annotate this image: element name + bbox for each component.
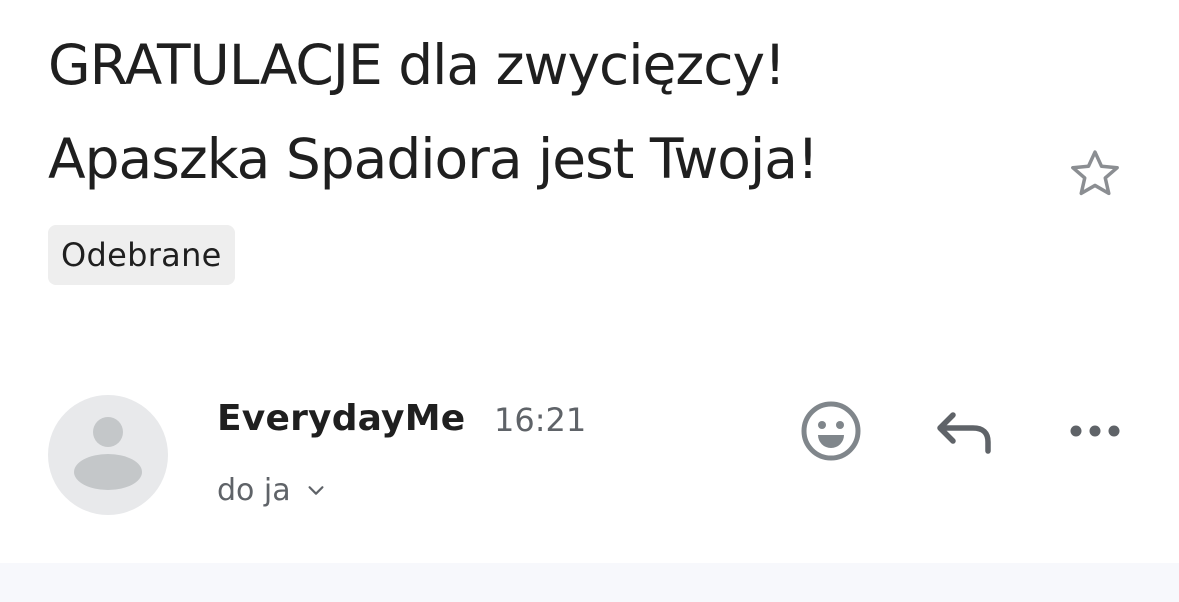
label-chip-inbox[interactable]: Odebrane (48, 225, 235, 285)
recipient-details-toggle[interactable]: do ja (217, 470, 327, 510)
avatar[interactable] (48, 395, 168, 515)
chevron-down-icon (308, 486, 324, 495)
reply-icon (937, 412, 991, 454)
emoji-reaction-button[interactable] (798, 400, 864, 462)
label-chip-text: Odebrane (61, 236, 222, 274)
reply-button[interactable] (930, 400, 996, 462)
person-icon (74, 417, 142, 490)
message-time: 16:21 (494, 401, 587, 439)
star-button[interactable] (1062, 143, 1128, 205)
subject-line-1: GRATULACJE dla zwycięzcy! (48, 33, 786, 97)
more-options-button[interactable] (1062, 400, 1128, 462)
emoji-reaction-icon (801, 401, 861, 461)
recipient-label: do ja (217, 472, 291, 508)
email-subject: GRATULACJE dla zwycięzcy! Apaszka Spadio… (48, 18, 1008, 206)
sender-name[interactable]: EverydayMe (217, 398, 465, 439)
email-view: GRATULACJE dla zwycięzcy! Apaszka Spadio… (0, 0, 1179, 602)
subject-line-2: Apaszka Spadiora jest Twoja! (48, 127, 819, 191)
message-body-area (0, 563, 1179, 602)
star-outline-icon (1071, 150, 1119, 196)
more-horizontal-icon (1070, 425, 1120, 437)
